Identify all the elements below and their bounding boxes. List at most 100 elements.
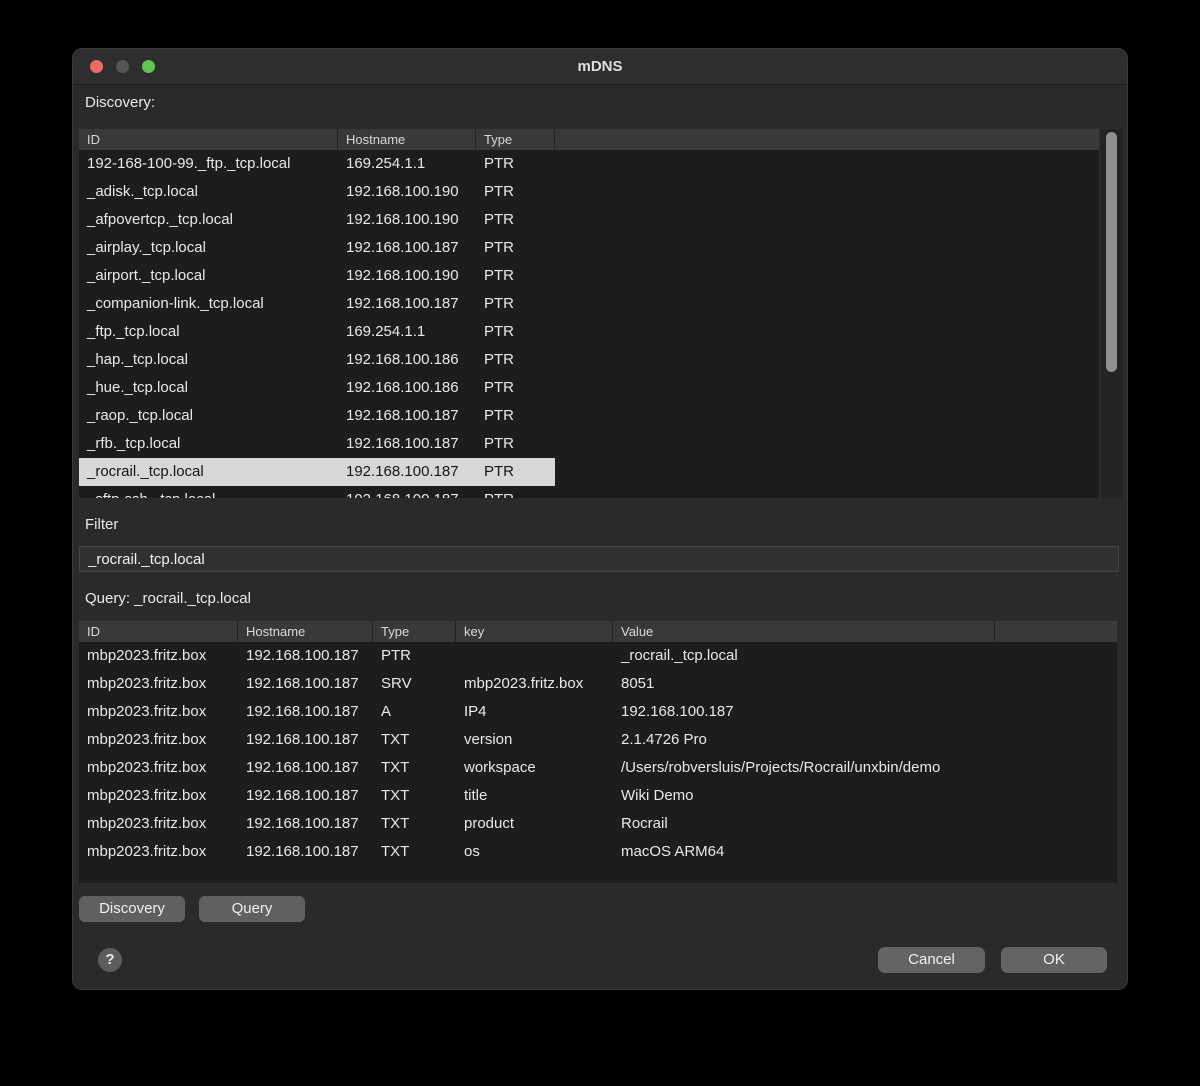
table-cell: macOS ARM64 (613, 838, 995, 866)
table-row[interactable]: _ftp._tcp.local169.254.1.1PTR (79, 318, 1099, 346)
table-row[interactable]: _rfb._tcp.local192.168.100.187PTR (79, 430, 1099, 458)
table-row[interactable]: _companion-link._tcp.local192.168.100.18… (79, 290, 1099, 318)
table-cell (995, 642, 1117, 670)
table-row[interactable]: mbp2023.fritz.box192.168.100.187PTR_rocr… (79, 642, 1117, 670)
table-cell: 192.168.100.187 (238, 810, 373, 838)
column-header[interactable]: Type (476, 129, 555, 150)
table-row[interactable]: mbp2023.fritz.box192.168.100.187TXTprodu… (79, 810, 1117, 838)
table-cell: PTR (476, 430, 555, 458)
table-cell: _airport._tcp.local (79, 262, 338, 290)
table-cell: TXT (373, 726, 456, 754)
column-header[interactable] (555, 129, 1099, 150)
table-row[interactable]: _hap._tcp.local192.168.100.186PTR (79, 346, 1099, 374)
table-row[interactable]: mbp2023.fritz.box192.168.100.187SRVmbp20… (79, 670, 1117, 698)
table-cell (995, 782, 1117, 810)
table-cell: mbp2023.fritz.box (79, 670, 238, 698)
table-cell: SRV (373, 670, 456, 698)
table-cell: _rocrail._tcp.local (613, 642, 995, 670)
table-cell (555, 374, 1099, 402)
table-row[interactable]: mbp2023.fritz.box192.168.100.187TXTworks… (79, 754, 1117, 782)
table-cell (995, 670, 1117, 698)
table-cell: 192.168.100.187 (238, 754, 373, 782)
column-header[interactable]: Hostname (338, 129, 476, 150)
help-button[interactable]: ? (98, 948, 122, 972)
table-cell: 192.168.100.187 (613, 698, 995, 726)
discovery-button[interactable]: Discovery (79, 896, 185, 922)
discovery-scrollbar-track[interactable] (1099, 129, 1123, 498)
table-row[interactable]: _raop._tcp.local192.168.100.187PTR (79, 402, 1099, 430)
column-header[interactable]: Value (613, 621, 995, 642)
table-cell (995, 754, 1117, 782)
table-row[interactable]: 192-168-100-99._ftp._tcp.local169.254.1.… (79, 150, 1099, 178)
table-cell: workspace (456, 754, 613, 782)
column-header[interactable] (995, 621, 1117, 642)
table-cell: Rocrail (613, 810, 995, 838)
table-cell: 2.1.4726 Pro (613, 726, 995, 754)
title-bar[interactable]: mDNS (73, 49, 1127, 85)
table-cell: 192.168.100.187 (338, 402, 476, 430)
table-cell (555, 178, 1099, 206)
table-cell: 192.168.100.187 (238, 642, 373, 670)
table-cell: mbp2023.fritz.box (79, 726, 238, 754)
discovery-scrollbar-thumb[interactable] (1106, 132, 1117, 372)
table-row[interactable]: mbp2023.fritz.box192.168.100.187TXTtitle… (79, 782, 1117, 810)
table-cell: product (456, 810, 613, 838)
column-header[interactable]: Type (373, 621, 456, 642)
table-cell: 192-168-100-99._ftp._tcp.local (79, 150, 338, 178)
table-cell (995, 838, 1117, 866)
query-table-header: IDHostnameTypekeyValue (79, 621, 1117, 642)
table-row[interactable]: _afpovertcp._tcp.local192.168.100.190PTR (79, 206, 1099, 234)
table-cell (555, 206, 1099, 234)
table-cell: mbp2023.fritz.box (456, 670, 613, 698)
table-cell: mbp2023.fritz.box (79, 698, 238, 726)
table-cell: 192.168.100.187 (238, 670, 373, 698)
table-row[interactable]: _sftp-ssh._tcp.local192.168.100.187PTR (79, 486, 1099, 498)
query-label: Query: _rocrail._tcp.local (85, 589, 251, 609)
column-header[interactable]: ID (79, 129, 338, 150)
table-row[interactable]: mbp2023.fritz.box192.168.100.187TXTosmac… (79, 838, 1117, 866)
table-row[interactable]: mbp2023.fritz.box192.168.100.187TXTversi… (79, 726, 1117, 754)
table-cell: A (373, 698, 456, 726)
table-cell: 192.168.100.187 (338, 430, 476, 458)
table-cell: 169.254.1.1 (338, 318, 476, 346)
cancel-button[interactable]: Cancel (878, 947, 985, 973)
column-header[interactable]: ID (79, 621, 238, 642)
table-cell: PTR (476, 178, 555, 206)
ok-button[interactable]: OK (1001, 947, 1107, 973)
table-row[interactable]: mbp2023.fritz.box192.168.100.187AIP4192.… (79, 698, 1117, 726)
table-cell (555, 346, 1099, 374)
query-button[interactable]: Query (199, 896, 305, 922)
discovery-label: Discovery: (85, 93, 155, 113)
table-cell: _raop._tcp.local (79, 402, 338, 430)
table-cell (555, 458, 1099, 486)
table-cell (995, 698, 1117, 726)
table-cell: _sftp-ssh._tcp.local (79, 486, 338, 498)
table-row[interactable]: _airplay._tcp.local192.168.100.187PTR (79, 234, 1099, 262)
table-cell: mbp2023.fritz.box (79, 782, 238, 810)
table-cell: TXT (373, 754, 456, 782)
table-cell (555, 262, 1099, 290)
table-cell: 192.168.100.187 (238, 698, 373, 726)
column-header[interactable]: key (456, 621, 613, 642)
table-row[interactable]: _adisk._tcp.local192.168.100.190PTR (79, 178, 1099, 206)
table-cell: 192.168.100.190 (338, 262, 476, 290)
query-table: IDHostnameTypekeyValue mbp2023.fritz.box… (79, 621, 1117, 883)
table-cell: PTR (476, 206, 555, 234)
table-cell: TXT (373, 838, 456, 866)
table-cell: PTR (476, 346, 555, 374)
window-title: mDNS (73, 49, 1127, 84)
table-cell: PTR (476, 402, 555, 430)
column-header[interactable]: Hostname (238, 621, 373, 642)
table-row[interactable]: _hue._tcp.local192.168.100.186PTR (79, 374, 1099, 402)
table-cell: PTR (476, 458, 555, 486)
table-cell: 192.168.100.190 (338, 206, 476, 234)
discovery-table: IDHostnameType 192-168-100-99._ftp._tcp.… (79, 129, 1123, 498)
discovery-table-body: 192-168-100-99._ftp._tcp.local 169.254.1.… (79, 150, 1099, 498)
table-row[interactable]: _rocrail._tcp.local192.168.100.187PTR (79, 458, 1099, 486)
filter-input[interactable] (79, 546, 1119, 572)
table-cell: mbp2023.fritz.box (79, 642, 238, 670)
table-row[interactable]: _airport._tcp.local192.168.100.190PTR (79, 262, 1099, 290)
table-cell: _afpovertcp._tcp.local (79, 206, 338, 234)
table-cell: 192.168.100.186 (338, 374, 476, 402)
table-cell: _hap._tcp.local (79, 346, 338, 374)
